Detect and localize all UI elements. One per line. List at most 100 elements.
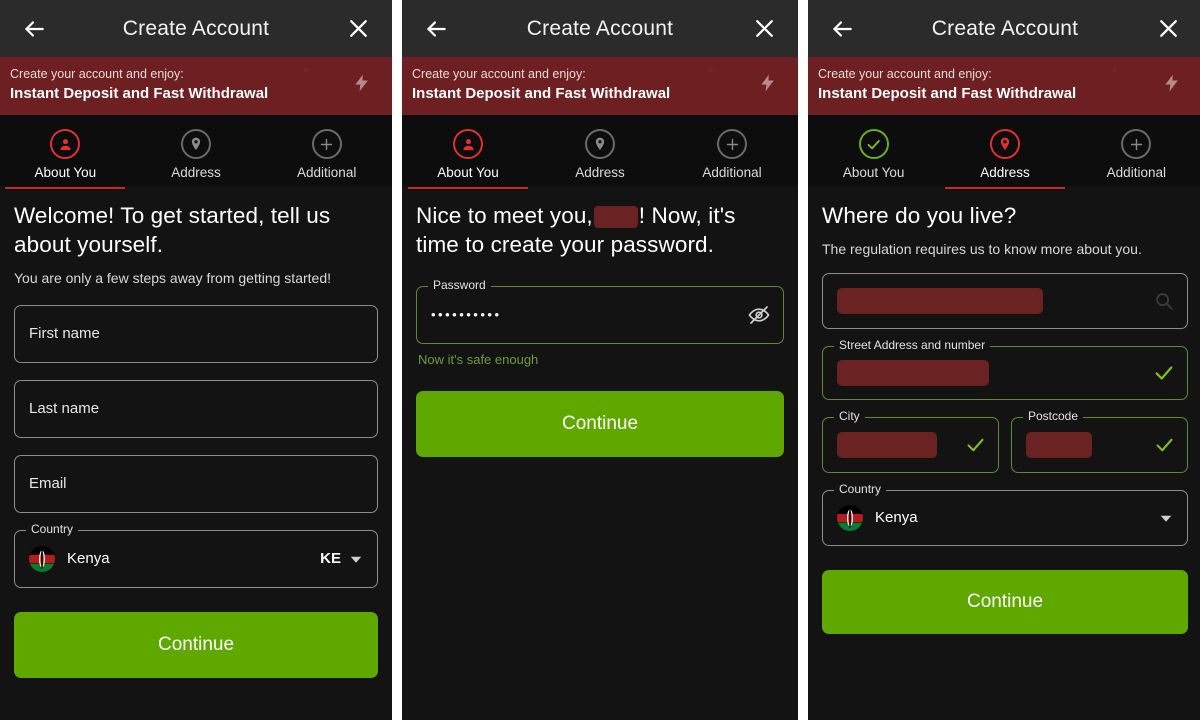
panel-divider (798, 0, 808, 720)
check-icon (965, 434, 986, 455)
check-icon (1153, 362, 1175, 384)
address-search-input[interactable] (822, 272, 1188, 329)
back-button[interactable] (416, 9, 456, 49)
app-bar: Create Account (808, 0, 1200, 57)
step-about-you[interactable]: About You (808, 129, 939, 186)
close-button[interactable] (338, 9, 378, 49)
plus-icon (321, 138, 333, 150)
headline-part-before: Nice to meet you, (416, 203, 593, 229)
step-label: About You (437, 165, 499, 181)
step-additional[interactable]: Additional (261, 129, 392, 186)
redacted-street-value (837, 359, 989, 386)
lightning-bolt-icon (352, 70, 372, 101)
street-address-input[interactable]: Street Address and number (822, 338, 1188, 400)
step-additional[interactable]: Additional (1071, 129, 1200, 186)
promo-title: Instant Deposit and Fast Withdrawal (412, 84, 671, 102)
plus-icon (1130, 138, 1142, 150)
app-bar: Create Account (0, 0, 392, 57)
panel3-subtext: The regulation requires us to know more … (822, 240, 1142, 257)
last-name-placeholder: Last name (29, 400, 100, 418)
country-select[interactable]: Country Kenya KE (14, 522, 378, 588)
email-placeholder: Email (29, 475, 67, 493)
arrow-left-icon (25, 20, 44, 37)
country-value: Kenya (67, 550, 110, 568)
close-icon (349, 20, 367, 37)
location-pin-icon (191, 137, 201, 151)
redacted-city-value (837, 431, 937, 458)
chevron-down-icon[interactable] (1157, 509, 1175, 527)
stepper: About You Address Additional (0, 115, 392, 190)
continue-button[interactable]: Continue (416, 390, 784, 457)
location-pin-icon (1000, 137, 1010, 151)
step-additional[interactable]: Additional (666, 129, 798, 186)
country-code: KE (320, 550, 341, 568)
close-icon (755, 20, 773, 37)
lightning-bolt-icon (1162, 70, 1182, 101)
city-postcode-row: City Postcode (822, 400, 1188, 473)
plus-icon (726, 138, 738, 150)
promo-subtitle: Create your account and enjoy: (412, 67, 586, 81)
location-pin-icon (595, 137, 605, 151)
country-value: Kenya (875, 509, 918, 527)
step-about-you[interactable]: About You (0, 129, 131, 190)
step-active-underline (408, 187, 528, 190)
first-name-input[interactable]: First name (14, 304, 378, 363)
step-label: About You (842, 165, 905, 181)
panel2-headline: Nice to meet you,! Now, it's time to cre… (416, 202, 784, 260)
stepper: About You Address Additional (808, 115, 1200, 190)
city-legend: City (834, 409, 865, 422)
password-legend: Password (428, 278, 491, 291)
kenya-flag-icon (29, 545, 55, 572)
panel1-headline: Welcome! To get started, tell us about y… (14, 203, 331, 257)
step-about-you[interactable]: About You (402, 129, 534, 190)
first-name-placeholder: First name (29, 325, 100, 343)
chevron-down-icon[interactable] (347, 550, 365, 568)
check-icon (1154, 434, 1175, 455)
step-active-underline (944, 187, 1065, 190)
panel2-body: Nice to meet you,! Now, it's time to cre… (402, 186, 798, 720)
panel3-headline: Where do you live? (822, 203, 1017, 229)
back-button[interactable] (822, 9, 862, 49)
redacted-search-value (837, 287, 1043, 314)
person-icon (462, 138, 474, 150)
step-label: Address (980, 165, 1030, 181)
last-name-input[interactable]: Last name (14, 379, 378, 438)
search-icon[interactable] (1153, 290, 1175, 312)
promo-subtitle: Create your account and enjoy: (818, 67, 992, 81)
step-address[interactable]: Address (534, 129, 666, 186)
password-input[interactable]: Password •••••••••• (416, 278, 784, 344)
step-active-underline (5, 187, 126, 190)
promo-banner: Create your account and enjoy: Instant D… (808, 57, 1200, 115)
page-title: Create Account (526, 16, 674, 40)
panel-address: Create Account Create your account and e… (808, 0, 1200, 720)
step-label: Additional (297, 165, 357, 181)
panel3-body: Where do you live? The regulation requir… (808, 186, 1200, 720)
step-address[interactable]: Address (939, 129, 1070, 190)
close-button[interactable] (1148, 9, 1188, 49)
panel-divider (392, 0, 402, 720)
email-input[interactable]: Email (14, 454, 378, 513)
panel1-subtext: You are only a few steps away from getti… (14, 269, 331, 286)
step-address[interactable]: Address (131, 129, 262, 186)
back-button[interactable] (14, 9, 54, 49)
postcode-input[interactable]: Postcode (1011, 409, 1188, 473)
redacted-first-name (593, 206, 638, 229)
continue-button[interactable]: Continue (822, 569, 1188, 634)
kenya-flag-icon (837, 504, 863, 531)
continue-button[interactable]: Continue (14, 611, 378, 678)
arrow-left-icon (427, 20, 446, 37)
step-label: Additional (1106, 165, 1166, 181)
postcode-legend: Postcode (1023, 409, 1084, 422)
app-bar: Create Account (402, 0, 798, 57)
panel-password: Create Account Create your account and e… (402, 0, 798, 720)
country-select[interactable]: Country Kenya (822, 482, 1188, 546)
close-button[interactable] (744, 9, 784, 49)
step-label: Address (575, 165, 625, 181)
close-icon (1159, 20, 1177, 37)
street-address-legend: Street Address and number (834, 338, 991, 351)
city-input[interactable]: City (822, 409, 999, 473)
promo-title: Instant Deposit and Fast Withdrawal (10, 84, 269, 102)
screenshot-root: Create Account Create your account and e… (0, 0, 1200, 720)
promo-banner: Create your account and enjoy: Instant D… (0, 57, 392, 115)
eye-off-icon[interactable] (747, 303, 771, 327)
